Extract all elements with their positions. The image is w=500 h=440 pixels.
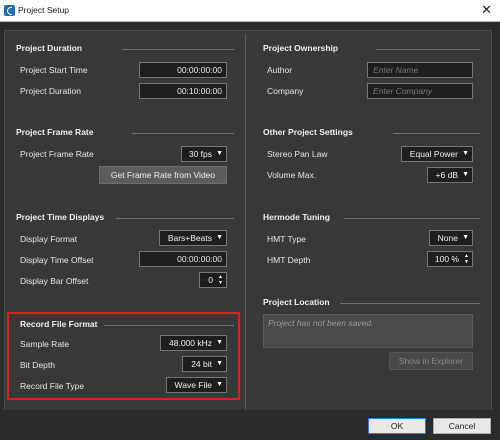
display-time-offset-field[interactable]: 00:00:00:00 xyxy=(139,251,227,267)
project-location-heading: Project Location xyxy=(263,297,330,307)
sample-rate-value: 48.000 kHz xyxy=(169,338,212,348)
show-in-explorer-button[interactable]: Show in Explorer xyxy=(389,352,473,370)
bit-depth-value: 24 bit xyxy=(191,359,212,369)
display-bar-offset-stepper[interactable]: 0 ▲ ▼ xyxy=(199,272,227,288)
section-divider-line xyxy=(340,303,480,304)
close-icon[interactable]: ✕ xyxy=(481,3,492,17)
section-divider-line xyxy=(104,325,234,326)
section-divider-line xyxy=(393,133,480,134)
record-file-type-dropdown[interactable]: Wave File ▼ xyxy=(166,377,227,393)
hmt-type-value: None xyxy=(437,233,458,243)
project-setup-dialog: Project Duration Project Start Time 00:0… xyxy=(0,22,500,440)
chevron-down-icon: ▼ xyxy=(216,381,223,388)
project-duration-label: Project Duration xyxy=(20,86,81,96)
project-duration-heading: Project Duration xyxy=(16,43,83,53)
frame-rate-dropdown[interactable]: 30 fps ▼ xyxy=(181,146,227,162)
author-label: Author xyxy=(267,65,293,75)
project-frame-rate-heading: Project Frame Rate xyxy=(16,127,94,137)
spin-down-icon[interactable]: ▼ xyxy=(464,259,469,265)
chevron-down-icon: ▼ xyxy=(216,360,223,367)
record-file-type-label: Record File Type xyxy=(20,381,85,391)
stereo-pan-law-dropdown[interactable]: Equal Power ▼ xyxy=(401,146,473,162)
hmt-depth-value: 100 % xyxy=(434,254,459,264)
project-time-displays-heading: Project Time Displays xyxy=(16,212,105,222)
display-time-offset-label: Display Time Offset xyxy=(20,255,94,265)
frame-rate-value: 30 fps xyxy=(188,149,212,159)
project-start-time-field[interactable]: 00:00:00:00 xyxy=(139,62,227,78)
display-format-label: Display Format xyxy=(20,234,78,244)
chevron-down-icon: ▼ xyxy=(216,234,223,241)
company-input[interactable]: Enter Company xyxy=(367,83,473,99)
volume-max-dropdown[interactable]: +6 dB ▼ xyxy=(427,167,473,183)
bit-depth-dropdown[interactable]: 24 bit ▼ xyxy=(182,356,227,372)
hmt-type-label: HMT Type xyxy=(267,234,306,244)
volume-max-value: +6 dB xyxy=(435,170,458,180)
volume-max-label: Volume Max. xyxy=(267,170,317,180)
chevron-down-icon: ▼ xyxy=(462,150,469,157)
display-bar-offset-value: 0 xyxy=(208,275,213,285)
chevron-down-icon: ▼ xyxy=(462,234,469,241)
hmt-type-dropdown[interactable]: None ▼ xyxy=(429,230,473,246)
bit-depth-label: Bit Depth xyxy=(20,360,55,370)
stereo-pan-law-label: Stereo Pan Law xyxy=(267,149,328,159)
project-frame-rate-label: Project Frame Rate xyxy=(20,149,94,159)
display-format-value: Bars+Beats xyxy=(167,233,212,243)
project-location-status: Project has not been saved. xyxy=(263,314,473,348)
dialog-footer: OK Cancel xyxy=(0,410,500,440)
title-bar: Project Setup ✕ xyxy=(0,0,500,22)
section-divider-line xyxy=(344,218,480,219)
section-divider-line xyxy=(122,49,234,50)
section-divider-line xyxy=(376,49,480,50)
get-frame-rate-from-video-button[interactable]: Get Frame Rate from Video xyxy=(99,166,227,184)
cubase-app-icon xyxy=(4,5,15,16)
window-title: Project Setup xyxy=(18,5,70,15)
hmt-depth-label: HMT Depth xyxy=(267,255,311,265)
column-divider xyxy=(245,34,246,420)
record-file-format-heading: Record File Format xyxy=(20,319,98,329)
spin-arrows-icon[interactable]: ▲ ▼ xyxy=(464,253,469,265)
hermode-tuning-heading: Hermode Tuning xyxy=(263,212,330,222)
section-divider-line xyxy=(116,218,234,219)
stereo-pan-law-value: Equal Power xyxy=(409,149,458,159)
sample-rate-label: Sample Rate xyxy=(20,339,70,349)
cancel-button[interactable]: Cancel xyxy=(433,418,491,434)
ok-button[interactable]: OK xyxy=(368,418,426,434)
record-file-type-value: Wave File xyxy=(174,380,212,390)
hmt-depth-stepper[interactable]: 100 % ▲ ▼ xyxy=(427,251,473,267)
chevron-down-icon: ▼ xyxy=(216,339,223,346)
project-start-time-label: Project Start Time xyxy=(20,65,88,75)
display-bar-offset-label: Display Bar Offset xyxy=(20,276,89,286)
display-format-dropdown[interactable]: Bars+Beats ▼ xyxy=(159,230,227,246)
sample-rate-dropdown[interactable]: 48.000 kHz ▼ xyxy=(160,335,227,351)
project-duration-field[interactable]: 00:10:00:00 xyxy=(139,83,227,99)
project-ownership-heading: Project Ownership xyxy=(263,43,339,53)
author-input[interactable]: Enter Name xyxy=(367,62,473,78)
chevron-down-icon: ▼ xyxy=(216,150,223,157)
chevron-down-icon: ▼ xyxy=(462,171,469,178)
spin-down-icon[interactable]: ▼ xyxy=(218,280,223,286)
spin-arrows-icon[interactable]: ▲ ▼ xyxy=(218,274,223,286)
section-divider-line xyxy=(132,133,234,134)
other-project-settings-heading: Other Project Settings xyxy=(263,127,353,137)
company-label: Company xyxy=(267,86,304,96)
